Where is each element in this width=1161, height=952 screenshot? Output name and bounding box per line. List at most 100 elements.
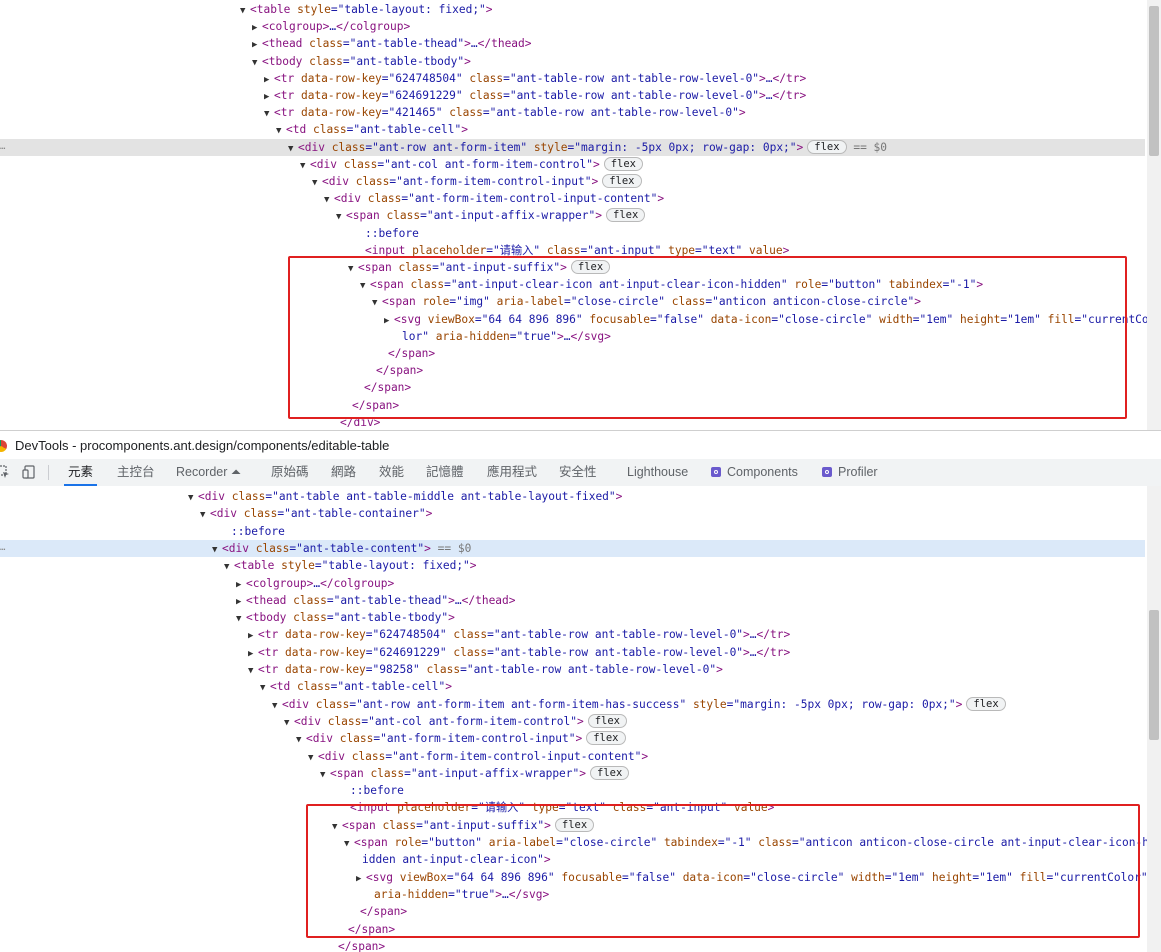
dom-node-line[interactable]: ▼ <tr data-row-key="421465" class="ant-ta… — [0, 104, 1145, 121]
dom-node-line[interactable]: ▶ <colgroup>…</colgroup> — [0, 575, 1145, 592]
dom-node-line[interactable]: </span> — [0, 379, 1145, 396]
dom-node-line[interactable]: ▼ <td class="ant-table-cell"> — [0, 121, 1145, 138]
dom-node-line[interactable]: ▶ <svg viewBox="64 64 896 896" focusable=… — [0, 869, 1148, 886]
device-toolbar-icon[interactable] — [22, 465, 36, 479]
dom-node-line[interactable]: ▼ <span class="ant-input-suffix"> flex — [0, 259, 1145, 276]
dom-node-markup: <div class="ant-form-item-control-input-… — [318, 749, 649, 763]
dom-node-markup: <table style="table-layout: fixed;"> — [234, 559, 477, 573]
dom-node-markup: <tr data-row-key="421465" class="ant-tab… — [274, 106, 746, 120]
dom-node-markup: idden ant-input-clear-icon"> — [362, 853, 551, 867]
tab-label: 應用程式 — [487, 465, 538, 479]
gutter-ellipsis-icon[interactable]: … — [0, 540, 6, 557]
dom-node-markup: ::before — [365, 226, 419, 240]
dom-node-markup: </span> — [352, 398, 400, 412]
dom-node-line[interactable]: ▼ <div class="ant-table ant-table-middle … — [0, 488, 1145, 505]
dom-node-line[interactable]: ▶ <thead class="ant-table-thead">…</thead… — [0, 35, 1145, 52]
dom-node-line[interactable]: <input placeholder="请输入" class="ant-inpu… — [0, 242, 1145, 259]
window-title: DevTools - procomponents.ant.design/comp… — [15, 438, 390, 453]
dom-node-line[interactable]: ▶ <tr data-row-key="624691229" class="ant… — [0, 87, 1145, 104]
dom-node-line[interactable]: ▼ <tr data-row-key="98258" class="ant-tab… — [0, 661, 1145, 678]
dom-node-line[interactable]: </span> — [0, 397, 1145, 414]
tab-label: Recorder ⏶ — [176, 465, 241, 479]
dom-node-line[interactable]: ▼ <div class="ant-col ant-form-item-contr… — [0, 713, 1145, 730]
dom-node-line[interactable]: ▼ <div class="ant-col ant-form-item-contr… — [0, 156, 1145, 173]
tab-7[interactable]: 應用程式 — [487, 459, 537, 486]
dom-node-line[interactable]: aria-hidden="true">…</svg> — [0, 886, 1145, 903]
dom-node-markup: <div class="ant-table-container"> — [210, 507, 433, 521]
dom-node-markup: <input placeholder="请输入" type="text" cla… — [350, 801, 775, 815]
dom-node-line[interactable]: ▼ <div class="ant-row ant-form-item ant-f… — [0, 696, 1145, 713]
scrollbar-thumb[interactable] — [1149, 610, 1159, 740]
dom-node-markup: <thead class="ant-table-thead">…</thead> — [262, 37, 532, 51]
dom-node-line[interactable]: <input placeholder="请输入" type="text" cla… — [0, 799, 1145, 816]
dom-node-markup: <td class="ant-table-cell"> — [286, 123, 468, 137]
dom-node-line[interactable]: ▼ <div class="ant-table-container"> — [0, 505, 1145, 522]
scrollbar-top[interactable] — [1147, 0, 1161, 430]
scrollbar-thumb[interactable] — [1149, 6, 1159, 156]
dom-node-line[interactable]: ▼ <div class="ant-form-item-control-input… — [0, 190, 1145, 207]
dom-node-markup: <div class="ant-table-content"> == $0 — [222, 541, 472, 555]
dom-node-line[interactable]: ▼ <div class="ant-form-item-control-input… — [0, 173, 1145, 190]
dom-node-line[interactable]: ▼ <div class="ant-row ant-form-item" styl… — [0, 138, 1145, 156]
dom-node-line[interactable]: ▶ <tr data-row-key="624748504" class="ant… — [0, 70, 1145, 87]
dom-node-markup: </span> — [364, 381, 412, 395]
tab-6[interactable]: 記憶體 — [426, 459, 464, 486]
dom-node-line[interactable]: ▼ <span class="ant-input-affix-wrapper"> f… — [0, 207, 1145, 224]
dom-node-markup: </span> — [348, 922, 396, 936]
chrome-icon — [0, 439, 7, 452]
dom-node-line[interactable]: lor" aria-hidden="true">…</svg> — [0, 328, 1145, 345]
tab-5[interactable]: 效能 — [379, 459, 404, 486]
dom-node-markup: <svg viewBox="64 64 896 896" focusable="… — [394, 312, 1149, 326]
dom-node-markup: <thead class="ant-table-thead">…</thead> — [246, 593, 516, 607]
inspect-element-icon[interactable] — [0, 465, 10, 479]
dom-node-line[interactable]: idden ant-input-clear-icon"> — [0, 851, 1145, 868]
dom-node-line[interactable]: ▼ <tbody class="ant-table-tbody"> — [0, 609, 1145, 626]
tab-1[interactable]: 主控台 — [117, 459, 155, 486]
tab-10[interactable]: Components — [711, 459, 798, 486]
dom-node-line[interactable]: </span> — [0, 362, 1145, 379]
dom-node-line[interactable]: </span> — [0, 921, 1145, 938]
dom-node-line[interactable]: ▶ <tr data-row-key="624691229" class="ant… — [0, 644, 1145, 661]
dom-node-line[interactable]: </span> — [0, 345, 1145, 362]
dom-node-line[interactable]: ▼ <div class="ant-form-item-control-input… — [0, 748, 1145, 765]
dom-node-line[interactable]: ::before — [0, 782, 1145, 799]
dom-node-line[interactable]: ▼ <span class="ant-input-affix-wrapper"> f… — [0, 765, 1145, 782]
dom-node-line[interactable]: ▶ <svg viewBox="64 64 896 896" focusable=… — [0, 311, 1149, 328]
dom-node-line[interactable]: ▼ <span class="ant-input-clear-icon ant-i… — [0, 276, 1145, 293]
gutter-ellipsis-icon[interactable]: … — [0, 139, 6, 156]
dom-node-line[interactable]: ▼ <span role="img" aria-label="close-circ… — [0, 293, 1145, 310]
dom-node-line[interactable]: ▶ <tr data-row-key="624748504" class="ant… — [0, 626, 1145, 643]
dom-node-line[interactable]: </span> — [0, 938, 1145, 952]
dom-node-line[interactable]: ▶ <thead class="ant-table-thead">…</thead… — [0, 592, 1145, 609]
tab-8[interactable]: 安全性 — [559, 459, 597, 486]
dom-node-line[interactable]: ▼ <td class="ant-table-cell"> — [0, 678, 1145, 695]
dom-node-line[interactable]: ::before — [0, 523, 1145, 540]
dom-node-line[interactable]: </span> — [0, 903, 1145, 920]
tab-9[interactable]: Lighthouse — [627, 459, 688, 486]
react-extension-icon — [822, 467, 832, 477]
dom-node-line[interactable]: ▼ <div class="ant-form-item-control-input… — [0, 730, 1145, 747]
dom-node-line[interactable]: ▼ <span class="ant-input-suffix"> flex — [0, 817, 1145, 834]
scrollbar-bottom[interactable] — [1147, 486, 1161, 952]
dom-node-line[interactable]: ::before — [0, 225, 1145, 242]
tab-2[interactable]: Recorder ⏶ — [176, 459, 241, 486]
dom-node-markup: <input placeholder="请输入" class="ant-inpu… — [365, 243, 790, 257]
dom-node-line[interactable]: ▼ <tbody class="ant-table-tbody"> — [0, 53, 1145, 70]
dom-node-line[interactable]: ▼ <span role="button" aria-label="close-c… — [0, 834, 1149, 851]
tab-label: Profiler — [838, 465, 878, 479]
dom-node-line[interactable]: ▶ <colgroup>…</colgroup> — [0, 18, 1145, 35]
dom-node-line[interactable]: ▼ <table style="table-layout: fixed;"> — [0, 1, 1145, 18]
dom-node-line[interactable]: ▼ <div class="ant-table-content"> == $0… — [0, 539, 1145, 557]
dom-node-line[interactable]: </div> — [0, 414, 1145, 430]
tab-3[interactable]: 原始碼 — [271, 459, 309, 486]
tab-11[interactable]: Profiler — [822, 459, 878, 486]
tab-label: 主控台 — [117, 465, 155, 479]
tab-label: Components — [727, 465, 798, 479]
tab-4[interactable]: 網路 — [331, 459, 356, 486]
dom-node-line[interactable]: ▼ <table style="table-layout: fixed;"> — [0, 557, 1145, 574]
dom-node-markup: <svg viewBox="64 64 896 896" focusable="… — [366, 870, 1148, 884]
tab-0[interactable]: 元素 — [63, 459, 98, 486]
elements-tree-bottom: ▼ <div class="ant-table ant-table-middle … — [0, 486, 1161, 952]
tab-label: 安全性 — [559, 465, 597, 479]
